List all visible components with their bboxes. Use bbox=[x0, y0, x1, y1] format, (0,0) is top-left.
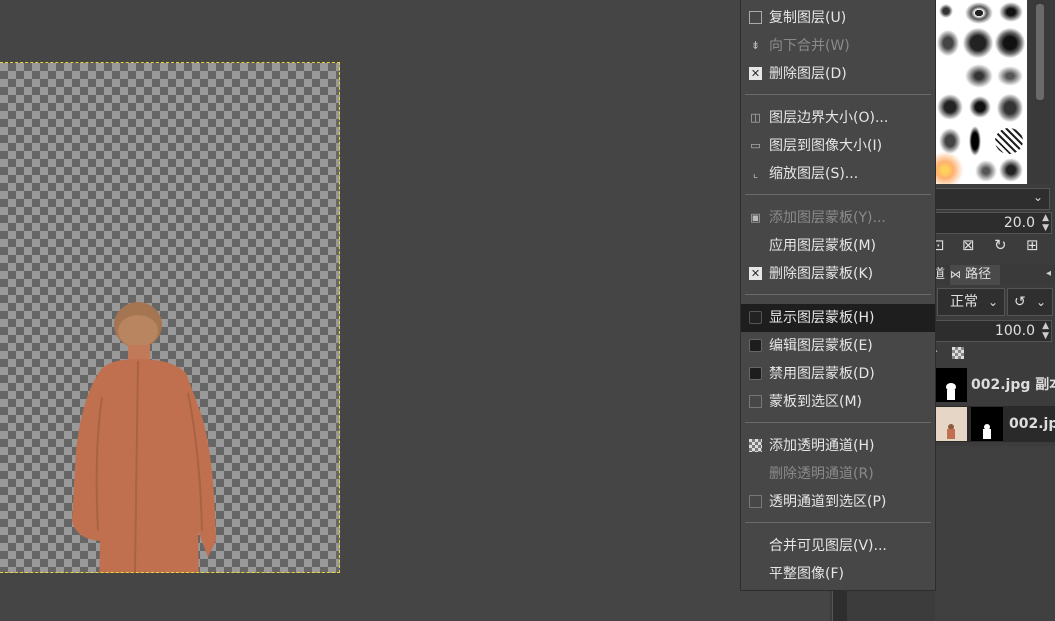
brush-scrollbar[interactable] bbox=[1030, 0, 1050, 184]
menu-item-layer-boundary-size[interactable]: ◫ 图层边界大小(O)... bbox=[741, 104, 935, 132]
chevron-down-icon: ⌄ bbox=[987, 295, 998, 309]
tab-paths-label: 路径 bbox=[965, 267, 992, 282]
lock-row: ▸ bbox=[930, 344, 1055, 361]
mode-value: 正常 bbox=[950, 294, 978, 310]
duplicate-layer-icon bbox=[749, 11, 762, 24]
menu-item-flatten-image[interactable]: 平整图像(F) bbox=[741, 560, 935, 588]
delete-icon: ✕ bbox=[749, 67, 762, 80]
brush-action-icons: ⊡ ⊠ ↻ ⊞ bbox=[930, 236, 1055, 256]
menu-separator bbox=[745, 522, 931, 523]
layer-row-selected[interactable]: 002.jpg bbox=[935, 406, 1055, 442]
layer-name[interactable]: 002.jpg bbox=[1009, 406, 1055, 442]
spacing-value: 20.0 bbox=[1003, 215, 1035, 231]
scale-layer-icon: ⌞ bbox=[752, 167, 759, 180]
delete-icon: ✕ bbox=[749, 267, 762, 280]
open-resource-icon[interactable]: ⊞ bbox=[1026, 236, 1039, 254]
coat-figure bbox=[72, 302, 216, 573]
layer-name[interactable]: 002.jpg 副本 bbox=[971, 367, 1055, 403]
menu-item-layer-to-image-size[interactable]: ▭ 图层到图像大小(I) bbox=[741, 132, 935, 160]
menu-item-remove-alpha-channel[interactable]: 删除透明通道(R) bbox=[741, 460, 935, 488]
layer-thumbnail[interactable] bbox=[935, 407, 967, 441]
alpha-channel-icon bbox=[749, 439, 762, 452]
menu-item-show-layer-mask[interactable]: 显示图层蒙板(H) bbox=[741, 304, 935, 332]
menu-item-scale-layer[interactable]: ⌞ 缩放图层(S)... bbox=[741, 160, 935, 188]
checkbox-icon bbox=[749, 367, 762, 380]
layer-boundary-icon: ◫ bbox=[750, 111, 761, 124]
menu-item-merge-down[interactable]: ⇟ 向下合并(W) bbox=[741, 32, 935, 60]
opacity-field[interactable]: 100.0 ▲ ▼ bbox=[935, 320, 1052, 342]
paths-icon: ⋈ bbox=[950, 268, 961, 281]
lock-alpha-icon[interactable] bbox=[952, 347, 964, 359]
layer-to-image-icon: ▭ bbox=[750, 139, 761, 152]
composite-mode-combo[interactable]: ↺ ⌄ bbox=[1007, 288, 1053, 316]
menu-item-duplicate-layer[interactable]: 复制图层(U) bbox=[741, 4, 935, 32]
spin-arrows-icon[interactable]: ▲ ▼ bbox=[1042, 213, 1049, 233]
alpha-to-selection-icon bbox=[749, 495, 762, 508]
refresh-icon[interactable]: ↻ bbox=[994, 236, 1007, 254]
menu-item-merge-visible-layers[interactable]: 合并可见图层(V)... bbox=[741, 532, 935, 560]
menu-item-disable-layer-mask[interactable]: 禁用图层蒙板(D) bbox=[741, 360, 935, 388]
brush-tag-combo[interactable]: ⌄ bbox=[935, 188, 1050, 210]
menu-item-delete-layer-mask[interactable]: ✕ 删除图层蒙板(K) bbox=[741, 260, 935, 288]
layer-mask-thumbnail[interactable] bbox=[935, 368, 967, 402]
menu-item-add-alpha-channel[interactable]: 添加透明通道(H) bbox=[741, 432, 935, 460]
menu-item-alpha-to-selection[interactable]: 透明通道到选区(P) bbox=[741, 488, 935, 516]
menu-separator bbox=[745, 194, 931, 195]
checkbox-icon bbox=[749, 311, 762, 324]
opacity-value: 100.0 bbox=[994, 323, 1035, 339]
undo-icon: ↺ bbox=[1014, 294, 1026, 310]
menu-item-mask-to-selection[interactable]: 蒙板到选区(M) bbox=[741, 388, 935, 416]
layer-row[interactable]: 002.jpg 副本 bbox=[935, 367, 1055, 403]
layer-context-menu: 复制图层(U) ⇟ 向下合并(W) ✕ 删除图层(D) ◫ 图层边界大小(O).… bbox=[740, 0, 936, 591]
menu-separator bbox=[745, 422, 931, 423]
menu-item-edit-layer-mask[interactable]: 编辑图层蒙板(E) bbox=[741, 332, 935, 360]
layers-list-empty-area[interactable] bbox=[935, 446, 1055, 621]
image-canvas[interactable] bbox=[0, 63, 340, 573]
chevron-down-icon: ⌄ bbox=[1035, 295, 1046, 309]
spin-arrows-icon[interactable]: ▲ ▼ bbox=[1042, 321, 1049, 341]
layer-mask-thumbnail[interactable] bbox=[971, 407, 1003, 441]
brush-grid[interactable] bbox=[935, 0, 1027, 184]
menu-item-apply-layer-mask[interactable]: 应用图层蒙板(M) bbox=[741, 232, 935, 260]
spacing-field[interactable]: 20.0 ▲ ▼ bbox=[935, 212, 1052, 234]
delete-brush-icon[interactable]: ⊠ bbox=[962, 236, 975, 254]
add-mask-icon: ▣ bbox=[750, 211, 761, 224]
tab-menu-icon[interactable]: ◂ bbox=[1046, 268, 1051, 279]
tab-paths[interactable]: ⋈ 路径 bbox=[950, 265, 1000, 285]
layer-mode-combo[interactable]: 正常 ⌄ bbox=[937, 288, 1005, 316]
scroll-thumb[interactable] bbox=[1036, 4, 1044, 100]
menu-item-add-layer-mask[interactable]: ▣ 添加图层蒙板(Y)... bbox=[741, 204, 935, 232]
merge-down-icon: ⇟ bbox=[750, 39, 761, 52]
menu-separator bbox=[745, 294, 931, 295]
menu-separator bbox=[745, 94, 931, 95]
checkbox-icon bbox=[749, 339, 762, 352]
chevron-down-icon: ⌄ bbox=[1032, 190, 1043, 204]
mask-to-selection-icon bbox=[749, 395, 762, 408]
menu-item-delete-layer[interactable]: ✕ 删除图层(D) bbox=[741, 60, 935, 88]
